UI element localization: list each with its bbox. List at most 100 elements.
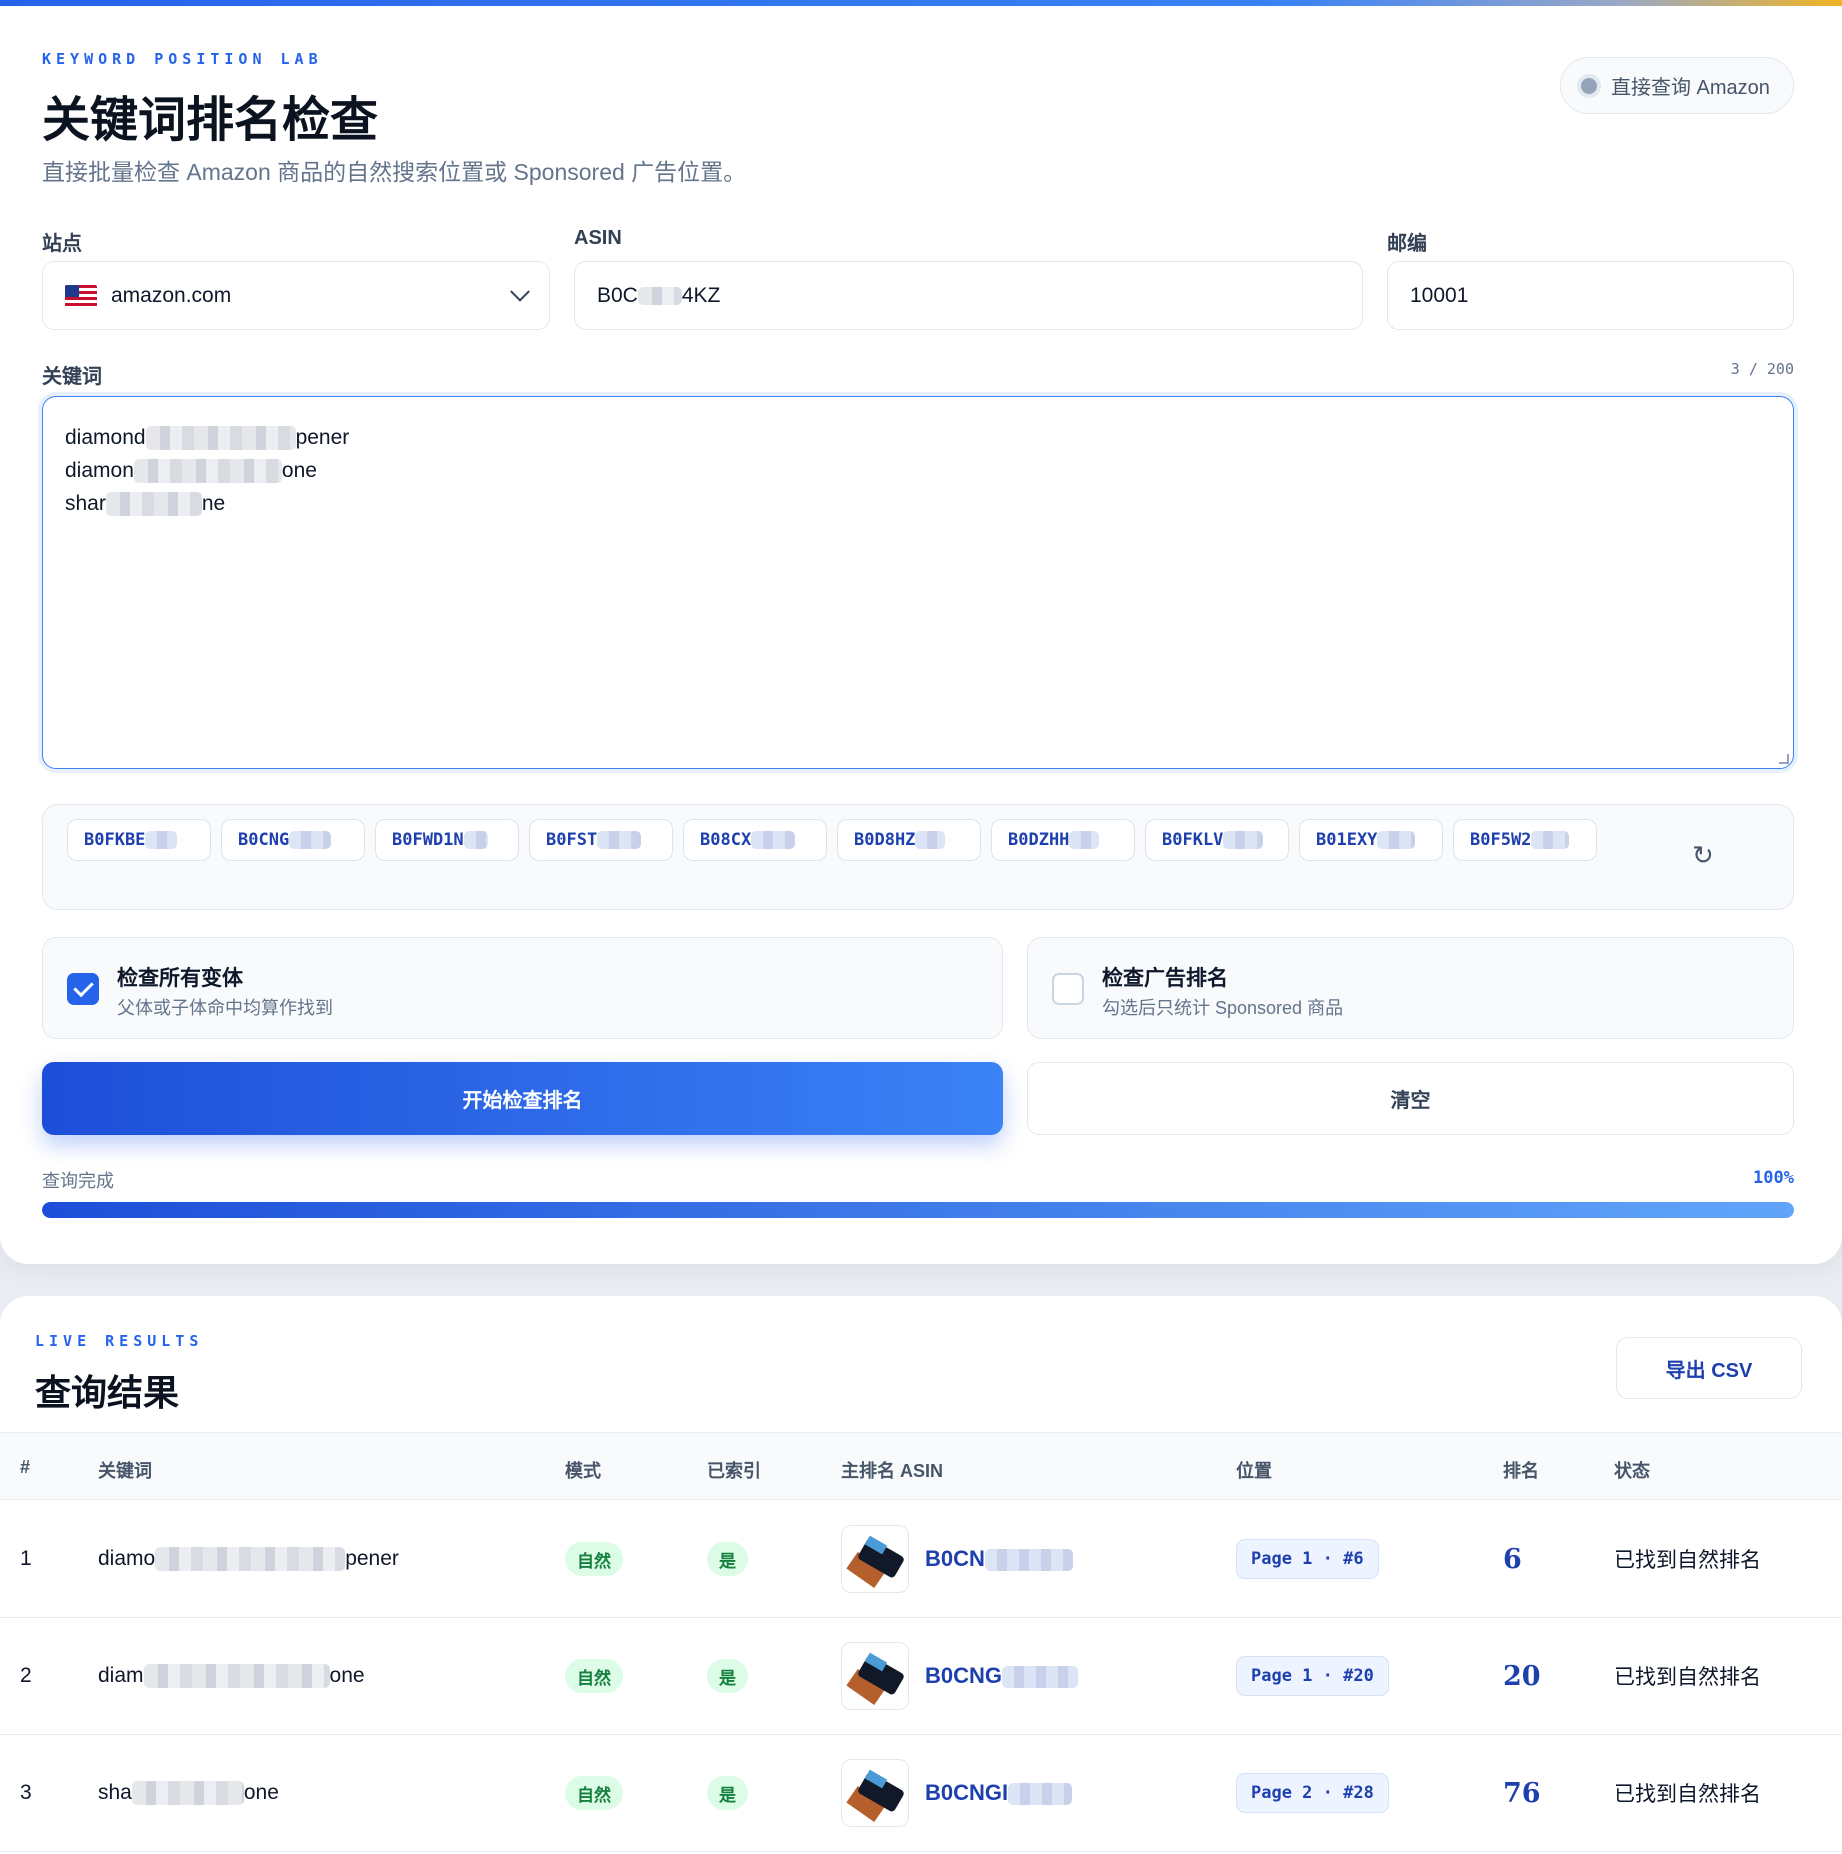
checkbox-checked-icon[interactable]	[67, 973, 99, 1005]
option-description: 父体或子体命中均算作找到	[117, 998, 333, 1018]
redacted-mask	[1069, 831, 1100, 849]
query-status: 查询完成	[42, 1171, 114, 1191]
row-status: 已找到自然排名	[1614, 1666, 1761, 1689]
option-description: 勾选后只统计 Sponsored 商品	[1102, 998, 1344, 1018]
keyword-line: diamon one	[65, 459, 317, 484]
resize-handle[interactable]	[1779, 754, 1789, 764]
redacted-mask	[289, 831, 332, 849]
export-csv-button[interactable]: 导出 CSV	[1616, 1337, 1802, 1399]
status-dot-icon	[1581, 77, 1597, 94]
asin-link[interactable]: B0CN	[925, 1546, 1073, 1572]
redacted-mask	[145, 831, 178, 849]
site-label: 站点	[42, 233, 82, 255]
redacted-mask	[145, 426, 296, 451]
asin-chip[interactable]: B0CNG	[221, 819, 365, 861]
rank-value: 76	[1503, 1777, 1541, 1809]
redacted-mask	[1531, 831, 1570, 849]
redacted-mask	[1377, 831, 1416, 849]
clear-button[interactable]: 清空	[1027, 1062, 1794, 1135]
row-index: 2	[20, 1664, 32, 1687]
redacted-mask	[131, 1781, 244, 1805]
progress-fill	[42, 1202, 1794, 1218]
option-check-variants[interactable]: 检查所有变体 父体或子体命中均算作找到	[42, 937, 1003, 1039]
keywords-counter: 3 / 200	[1730, 360, 1794, 378]
page-title: 关键词排名检查	[42, 92, 379, 148]
position-badge: Page 2 · #28	[1236, 1773, 1389, 1813]
row-index: 1	[20, 1547, 32, 1570]
rank-value: 6	[1503, 1543, 1522, 1575]
results-title: 查询结果	[35, 1372, 180, 1413]
redacted-mask	[463, 831, 488, 849]
row-status: 已找到自然排名	[1614, 1549, 1761, 1572]
table-row[interactable]: 2 diam one 自然 是 B0CNG Page 1 · #20 20 已找到…	[0, 1618, 1842, 1735]
row-status: 已找到自然排名	[1614, 1783, 1761, 1806]
results-eyebrow: LIVE RESULTS	[35, 1332, 204, 1350]
col-header-rank: 排名	[1503, 1461, 1539, 1481]
indexed-badge: 是	[707, 1659, 748, 1693]
keywords-label: 关键词	[42, 366, 102, 388]
asin-chip[interactable]: B0F5W2	[1453, 819, 1597, 861]
asin-chip[interactable]: B0FST	[529, 819, 673, 861]
redacted-mask	[143, 1664, 330, 1688]
mode-pill[interactable]: 直接查询 Amazon	[1560, 57, 1794, 114]
option-check-ads[interactable]: 检查广告排名 勾选后只统计 Sponsored 商品	[1027, 937, 1794, 1039]
row-keyword: sha one	[98, 1781, 279, 1805]
keywords-textarea[interactable]: diamond pener diamon one shar ne	[42, 396, 1794, 769]
asin-chip[interactable]: B0D8HZ	[837, 819, 981, 861]
col-header-index: #	[20, 1457, 31, 1477]
col-header-indexed: 已索引	[707, 1461, 761, 1481]
position-badge: Page 1 · #20	[1236, 1656, 1389, 1696]
row-index: 3	[20, 1781, 32, 1804]
col-header-keyword: 关键词	[98, 1461, 152, 1481]
checkbox-unchecked-icon[interactable]	[1052, 973, 1084, 1005]
asin-link[interactable]: B0CNGI	[925, 1780, 1073, 1806]
asin-link[interactable]: B0CNG	[925, 1663, 1079, 1689]
position-badge: Page 1 · #6	[1236, 1539, 1379, 1579]
table-row[interactable]: 1 diamo pener 自然 是 B0CN Page 1 · #6 6 已找到…	[0, 1501, 1842, 1618]
zip-input-value: 10001	[1410, 283, 1469, 307]
redacted-mask	[105, 492, 202, 517]
asin-chip[interactable]: B01EXY	[1299, 819, 1443, 861]
asin-input-suffix: 4KZ	[681, 283, 721, 307]
page-subtitle: 直接批量检查 Amazon 商品的自然搜索位置或 Sponsored 广告位置。	[42, 159, 747, 185]
progress-bar	[42, 1202, 1794, 1218]
redacted-mask	[1002, 1666, 1079, 1689]
table-row[interactable]: 3 sha one 自然 是 B0CNGI Page 2 · #28 76 已找到…	[0, 1735, 1842, 1852]
redacted-mask	[637, 286, 682, 305]
col-header-position: 位置	[1236, 1461, 1272, 1481]
asin-chip[interactable]: B08CX	[683, 819, 827, 861]
asin-chip[interactable]: B0DZHH	[991, 819, 1135, 861]
mode-pill-label: 直接查询 Amazon	[1611, 77, 1770, 99]
redacted-mask	[915, 831, 946, 849]
form-eyebrow: KEYWORD POSITION LAB	[42, 50, 323, 68]
col-header-asin: 主排名 ASIN	[841, 1461, 944, 1481]
keyword-line: diamond pener	[65, 426, 350, 451]
start-check-button[interactable]: 开始检查排名	[42, 1062, 1003, 1135]
product-thumbnail	[841, 1525, 909, 1593]
redacted-mask	[1008, 1783, 1073, 1806]
zip-label: 邮编	[1387, 233, 1427, 255]
asin-chip[interactable]: B0FKLV	[1145, 819, 1289, 861]
asin-chip[interactable]: B0FWD1N	[375, 819, 519, 861]
refresh-icon[interactable]: ↻	[1692, 840, 1714, 871]
results-card: LIVE RESULTS 查询结果 导出 CSV # 关键词 模式 已索引 主排…	[0, 1296, 1842, 1854]
indexed-badge: 是	[707, 1776, 748, 1810]
row-keyword: diamo pener	[98, 1547, 399, 1571]
product-thumbnail	[841, 1759, 909, 1827]
redacted-mask	[155, 1547, 346, 1571]
rank-value: 20	[1503, 1660, 1541, 1692]
indexed-badge: 是	[707, 1542, 748, 1576]
keyword-line: shar ne	[65, 492, 226, 517]
product-thumbnail	[841, 1642, 909, 1710]
mode-badge: 自然	[565, 1659, 623, 1693]
site-select-value: amazon.com	[111, 283, 232, 307]
mode-badge: 自然	[565, 1776, 623, 1810]
zip-input[interactable]: 10001	[1387, 261, 1794, 330]
redacted-mask	[984, 1549, 1073, 1572]
redacted-mask	[133, 459, 282, 484]
option-title: 检查所有变体	[117, 967, 243, 990]
asin-input[interactable]: B0C 4KZ	[574, 261, 1363, 330]
site-select[interactable]: amazon.com	[42, 261, 550, 330]
accent-bar	[0, 0, 1842, 6]
asin-chip[interactable]: B0FKBE	[67, 819, 211, 861]
